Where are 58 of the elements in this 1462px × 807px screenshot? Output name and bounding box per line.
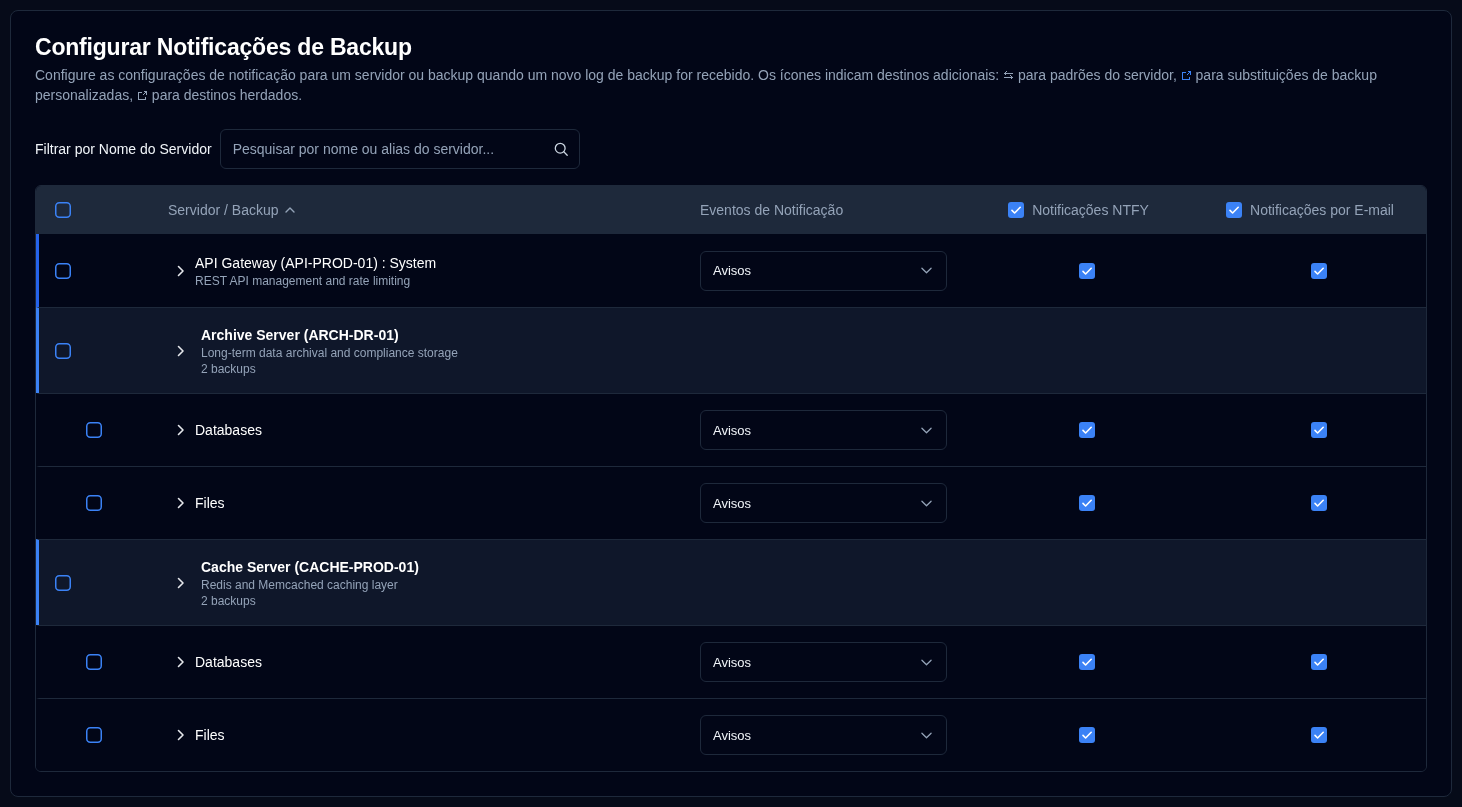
ntfy-checkbox[interactable] [1079, 654, 1095, 670]
column-checkbox[interactable] [1226, 202, 1243, 218]
ntfy-checkbox[interactable] [1079, 262, 1095, 279]
events-dropdown[interactable]: Avisos [700, 483, 947, 523]
page-title: Configurar Notificações de Backup [35, 33, 412, 62]
email-checkbox[interactable] [1310, 422, 1327, 438]
server-description: Redis and Memcached caching layer [201, 576, 398, 593]
row-checkbox[interactable] [86, 495, 102, 511]
chevron-down-icon [921, 267, 932, 274]
server-name: Archive Server (ARCH-DR-01) [201, 325, 399, 345]
chevron-right-icon[interactable] [177, 264, 185, 277]
column-checkbox[interactable] [1008, 202, 1025, 218]
server-description: REST API management and rate limiting [195, 272, 411, 289]
chevron-down-icon [921, 658, 932, 666]
chevron-right-icon[interactable] [177, 344, 185, 357]
description-text: Configure as configurações de notificação para um servidor ou backup quando um novo log de backup for recebido. Os ícones indicam destinos adicionais: para padrões do servidor, para substituições de backup personalizadas, para destinos herdados. [35, 66, 1378, 105]
row-checkbox[interactable] [86, 727, 102, 743]
column-header: Notificações NTFY [1032, 202, 1149, 218]
chevron-right-icon[interactable] [177, 576, 185, 589]
email-checkbox[interactable] [1310, 727, 1327, 743]
ntfy-checkbox[interactable] [1079, 422, 1095, 438]
chevron-down-icon [921, 731, 932, 739]
email-checkbox[interactable] [1310, 495, 1327, 511]
ntfy-checkbox[interactable] [1079, 495, 1095, 511]
column-header: Notificações por E-mail [1250, 202, 1394, 218]
backup-count: 2 backups [201, 592, 256, 609]
chevron-right-icon[interactable] [177, 424, 185, 436]
row-checkbox[interactable] [55, 574, 71, 591]
server-name: API Gateway (API-PROD-01) : System [195, 253, 437, 273]
select-all-checkbox[interactable] [55, 202, 71, 218]
email-checkbox[interactable] [1310, 262, 1327, 279]
search-field[interactable]: Pesquisar por nome ou alias do servidor... [219, 129, 580, 169]
server-name: Cache Server (CACHE-PROD-01) [201, 557, 419, 577]
row-checkbox[interactable] [55, 262, 71, 279]
backup-count: 2 backups [201, 360, 256, 377]
row-checkbox[interactable] [55, 342, 71, 359]
email-checkbox[interactable] [1310, 654, 1327, 670]
chevron-right-icon[interactable] [177, 497, 185, 509]
server-description: Long-term data archival and compliance storage [201, 344, 458, 361]
events-dropdown[interactable]: Avisos [700, 642, 947, 682]
filter-label: Filtrar por Nome do Servidor [35, 141, 212, 157]
backup-name: Files [195, 494, 225, 513]
search-icon [553, 142, 568, 156]
backup-name: Databases [195, 653, 262, 672]
backup-name: Files [195, 726, 225, 745]
chevron-down-icon [921, 499, 932, 507]
events-dropdown[interactable]: Avisos [700, 410, 947, 450]
events-dropdown[interactable]: Avisos [700, 715, 947, 755]
chevron-down-icon [921, 426, 932, 434]
chevron-right-icon[interactable] [177, 729, 185, 741]
ntfy-checkbox[interactable] [1079, 727, 1095, 743]
row-checkbox[interactable] [86, 422, 102, 438]
column-sort-header[interactable]: Servidor / Backup [168, 202, 295, 218]
chevron-right-icon[interactable] [177, 656, 185, 668]
events-dropdown[interactable]: Avisos [700, 250, 947, 291]
row-checkbox[interactable] [86, 654, 102, 670]
backup-name: Databases [195, 421, 262, 440]
column-header: Eventos de Notificação [700, 202, 844, 218]
